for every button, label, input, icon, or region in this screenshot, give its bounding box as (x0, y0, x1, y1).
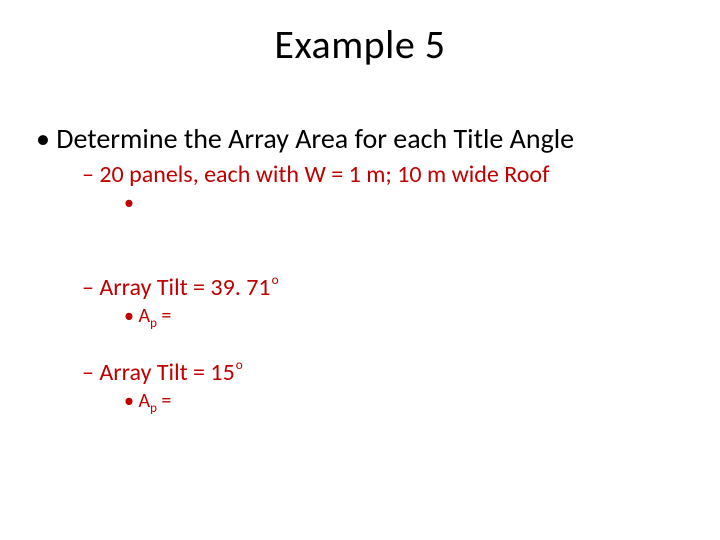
ap-eq-2: = (157, 389, 171, 413)
bullet-level3-ap-2: Ap = (28, 389, 692, 413)
bullet-level2-panels: 20 panels, each with W = 1 m; 10 m wide … (28, 160, 692, 189)
spacer (28, 217, 692, 271)
ap-A-1: A (138, 304, 150, 328)
bullet-level3-ap-1: Ap = (28, 304, 692, 328)
ap-eq-1: = (157, 304, 171, 328)
bullet-level1: Determine the Array Area for each Title … (28, 121, 692, 156)
bullet-level2-tilt-3971: Array Tilt = 39. 71o (28, 273, 692, 302)
degree-symbol: o (272, 271, 279, 288)
title-text: Example 5 (274, 20, 445, 69)
slide-title: Example 5 (28, 20, 692, 69)
l2a-text: 20 panels, each with W = 1 m; 10 m wide … (99, 160, 549, 189)
l1-text: Determine the Array Area for each Title … (56, 121, 574, 156)
bullet-level3-empty (28, 191, 692, 215)
ap-A-2: A (138, 389, 150, 413)
l2b-text: Array Tilt = 39. 71 (99, 273, 270, 302)
ap-sub-2: p (150, 401, 157, 416)
spacer (28, 330, 692, 356)
l2c-text: Array Tilt = 15 (99, 358, 234, 387)
bullet-level2-tilt-15: Array Tilt = 15o (28, 358, 692, 387)
slide: Example 5 Determine the Array Area for e… (0, 0, 720, 540)
degree-symbol: o (236, 356, 243, 373)
ap-sub-1: p (150, 316, 157, 331)
